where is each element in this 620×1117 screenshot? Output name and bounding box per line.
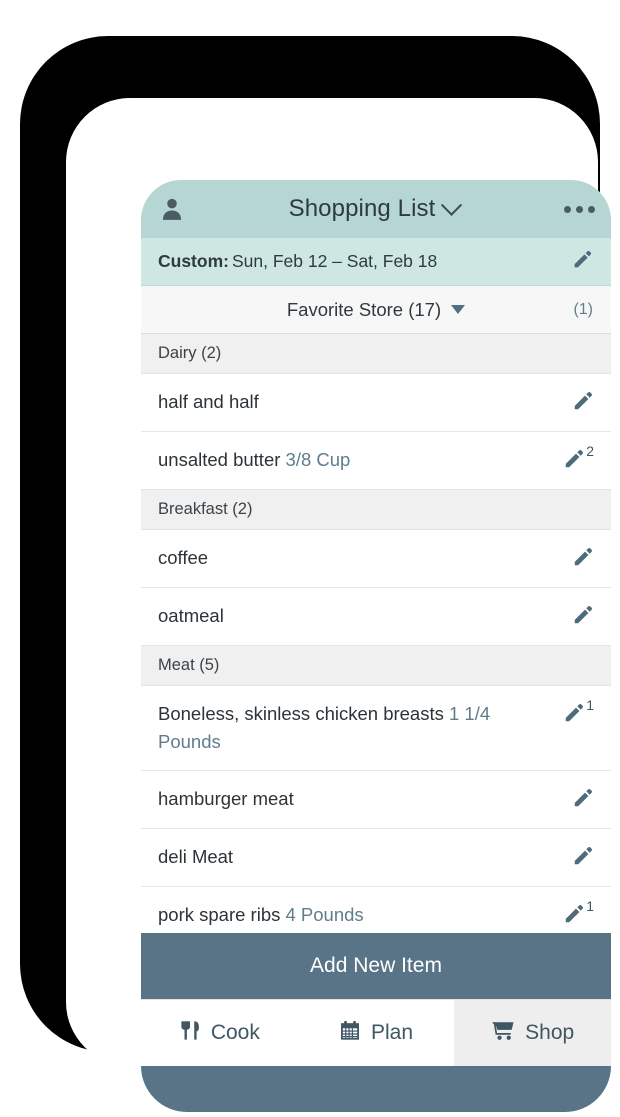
list-item-actions xyxy=(554,843,594,872)
app-screen: Shopping List Custom: Sun, Feb 12 – Sat, … xyxy=(141,180,611,1112)
shopping-cart-icon xyxy=(491,1019,515,1048)
pencil-icon[interactable] xyxy=(572,546,594,573)
list-item-actions xyxy=(554,544,594,573)
recipe-count-badge: 2 xyxy=(586,443,594,459)
list-item-actions xyxy=(554,602,594,631)
list-item-name: oatmeal xyxy=(158,605,224,626)
list-item-name: half and half xyxy=(158,391,259,412)
list-item[interactable]: Boneless, skinless chicken breasts 1 1/4… xyxy=(141,686,611,771)
list-item-actions xyxy=(554,785,594,814)
list-item-actions: 1 xyxy=(554,898,594,930)
list-item-actions xyxy=(554,388,594,417)
date-range-bar[interactable]: Custom: Sun, Feb 12 – Sat, Feb 18 xyxy=(141,238,611,286)
date-range-label: Custom: xyxy=(158,251,229,271)
tab-shop[interactable]: Shop xyxy=(454,1000,611,1066)
list-item-name: deli Meat xyxy=(158,846,234,867)
phone-body: Shopping List Custom: Sun, Feb 12 – Sat, … xyxy=(66,98,611,1112)
app-title-dropdown[interactable]: Shopping List xyxy=(187,194,561,223)
caret-down-icon xyxy=(451,305,466,314)
shopping-list[interactable]: Dairy (2) half and half unsalted butter 3/… xyxy=(141,334,611,933)
list-item-text: hamburger meat xyxy=(158,785,554,813)
list-item-actions: 2 xyxy=(554,443,594,475)
person-icon[interactable] xyxy=(157,194,187,224)
phone-bezel: Shopping List Custom: Sun, Feb 12 – Sat, … xyxy=(22,38,611,1112)
page-title: Shopping List xyxy=(288,195,436,222)
list-item-name: hamburger meat xyxy=(158,788,294,809)
list-item[interactable]: half and half xyxy=(141,374,611,432)
footer-strip xyxy=(141,1066,611,1112)
list-item[interactable]: unsalted butter 3/8 Cup 2 xyxy=(141,432,611,490)
list-item[interactable]: oatmeal xyxy=(141,588,611,646)
store-secondary-count: (1) xyxy=(573,300,593,318)
fork-knife-icon xyxy=(179,1019,201,1048)
list-item-name: pork spare ribs xyxy=(158,904,281,925)
app-header: Shopping List xyxy=(141,180,611,238)
list-item-text: half and half xyxy=(158,388,554,416)
date-range-value: Sun, Feb 12 – Sat, Feb 18 xyxy=(231,251,438,271)
tab-plan[interactable]: Plan xyxy=(297,1000,455,1066)
list-item-text: deli Meat xyxy=(158,843,554,871)
list-item-text: coffee xyxy=(158,544,554,572)
chevron-down-icon xyxy=(441,194,463,216)
pencil-icon[interactable] xyxy=(572,845,594,872)
pencil-icon[interactable] xyxy=(572,787,594,814)
calendar-icon xyxy=(339,1019,361,1048)
tab-label: Shop xyxy=(525,1021,575,1044)
list-item[interactable]: hamburger meat xyxy=(141,771,611,829)
pencil-icon[interactable] xyxy=(572,249,593,275)
list-item-quantity: 4 Pounds xyxy=(285,904,364,925)
pencil-icon[interactable] xyxy=(563,448,585,475)
list-item-name: Boneless, skinless chicken breasts xyxy=(158,703,444,724)
date-range-text: Custom: Sun, Feb 12 – Sat, Feb 18 xyxy=(158,251,572,272)
tab-label: Plan xyxy=(370,1021,414,1044)
list-item-name: coffee xyxy=(158,547,209,568)
list-item-quantity: 3/8 Cup xyxy=(285,449,351,470)
recipe-count-badge: 1 xyxy=(586,898,594,914)
list-item-text: pork spare ribs 4 Pounds xyxy=(158,901,554,929)
tab-cook[interactable]: Cook xyxy=(141,1000,298,1066)
store-selector[interactable]: Favorite Store (17) xyxy=(141,299,611,321)
recipe-count-badge: 1 xyxy=(586,697,594,713)
bottom-tab-bar: Cook Plan Shop xyxy=(141,999,611,1066)
list-item-text: unsalted butter 3/8 Cup xyxy=(158,446,554,474)
pencil-icon[interactable] xyxy=(563,702,585,729)
list-item-text: Boneless, skinless chicken breasts 1 1/4… xyxy=(158,700,554,756)
store-selector-bar[interactable]: Favorite Store (17) (1) xyxy=(141,286,611,334)
store-name-label: Favorite Store (17) xyxy=(286,298,442,320)
pencil-icon[interactable] xyxy=(563,903,585,930)
pencil-icon[interactable] xyxy=(572,390,594,417)
tab-label: Cook xyxy=(210,1021,260,1044)
more-dots-icon[interactable] xyxy=(561,194,595,224)
section-header: Meat (5) xyxy=(141,646,611,686)
pencil-icon[interactable] xyxy=(572,604,594,631)
section-header: Breakfast (2) xyxy=(141,490,611,530)
list-item[interactable]: deli Meat xyxy=(141,829,611,887)
add-new-item-button[interactable]: Add New Item xyxy=(141,933,611,999)
list-item[interactable]: coffee xyxy=(141,530,611,588)
list-item-actions: 1 xyxy=(554,697,594,729)
list-item-name: unsalted butter xyxy=(158,449,281,470)
section-header: Dairy (2) xyxy=(141,334,611,374)
list-item[interactable]: pork spare ribs 4 Pounds 1 xyxy=(141,887,611,933)
list-item-text: oatmeal xyxy=(158,602,554,630)
